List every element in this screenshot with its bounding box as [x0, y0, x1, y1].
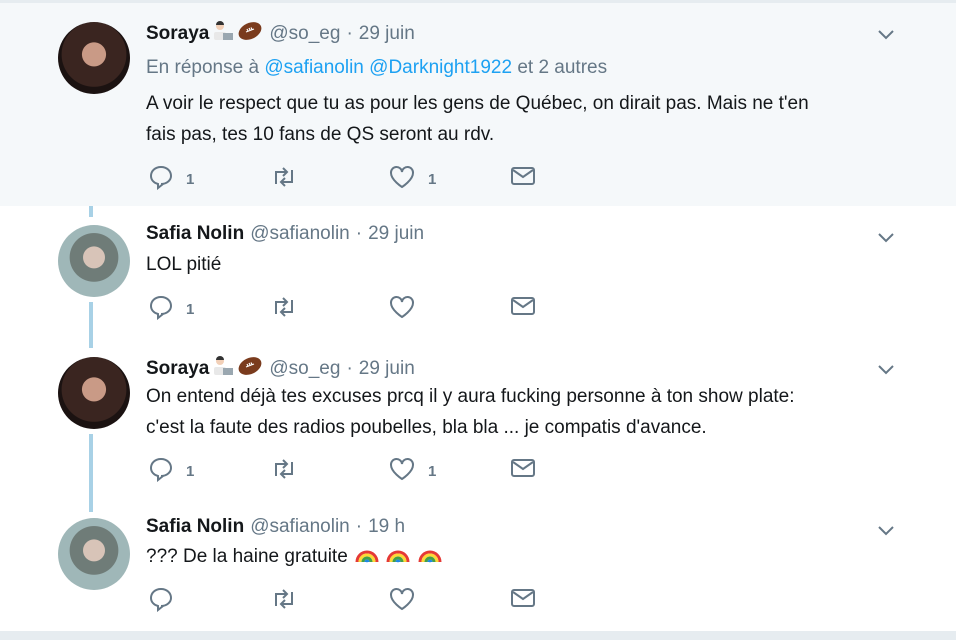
author-name[interactable]: Soraya: [146, 23, 209, 45]
reply-prefix: En réponse à: [146, 57, 260, 78]
reply-count: 1: [186, 462, 195, 480]
tweet[interactable]: Soraya @so_eg · 29 juin On entend déjà t…: [0, 338, 956, 508]
heart-icon: [390, 588, 414, 611]
reply-button[interactable]: 1: [148, 164, 194, 190]
reply-suffix[interactable]: et 2 autres: [517, 57, 607, 78]
tweet[interactable]: Soraya @so_eg · 29 juin En réponse à @sa…: [0, 3, 956, 206]
direct-message-button[interactable]: [510, 456, 536, 480]
author-name[interactable]: Safia Nolin: [146, 223, 244, 245]
tweet-header: Safia Nolin @safianolin · 29 juin: [146, 223, 424, 245]
reply-button[interactable]: 1: [148, 294, 194, 320]
heart-icon: [390, 458, 414, 481]
retweet-button[interactable]: [270, 294, 310, 320]
avatar[interactable]: [58, 225, 130, 297]
tweet-actions: 1: [148, 294, 548, 322]
tweet-text-line: LOL pitié: [146, 254, 222, 275]
tweet-text: On entend déjà tes excuses prcq il y aur…: [146, 381, 906, 443]
tweet-time[interactable]: 29 juin: [359, 23, 415, 45]
direct-message-button[interactable]: [510, 164, 536, 188]
chevron-down-icon[interactable]: [877, 29, 895, 41]
author-handle[interactable]: @safianolin: [250, 516, 350, 538]
direct-message-button[interactable]: [510, 294, 536, 318]
tweet-actions: 1 1: [148, 164, 548, 192]
football-icon: [237, 355, 263, 382]
tweet-actions: [148, 586, 548, 614]
chevron-down-icon[interactable]: [877, 525, 895, 537]
technologist-icon: [211, 20, 235, 47]
avatar[interactable]: [58, 357, 130, 429]
tweet-time[interactable]: 19 h: [368, 516, 405, 538]
avatar[interactable]: [58, 518, 130, 590]
chevron-down-icon[interactable]: [877, 232, 895, 244]
retweet-icon: [275, 297, 293, 317]
author-name[interactable]: Soraya: [146, 358, 209, 380]
tweet-text: LOL pitié: [146, 249, 906, 280]
reply-button[interactable]: 1: [148, 456, 194, 482]
retweet-icon: [275, 167, 293, 187]
envelope-icon: [511, 589, 535, 607]
tweet-header: Soraya @so_eg · 29 juin: [146, 355, 415, 382]
author-handle[interactable]: @safianolin: [250, 223, 350, 245]
tweet-text-line: c'est la faute des radios poubelles, bla…: [146, 417, 707, 438]
retweet-icon: [275, 459, 293, 479]
like-button[interactable]: 1: [388, 456, 436, 482]
tweet-text-line: A voir le respect que tu as pour les gen…: [146, 93, 809, 114]
like-count: 1: [428, 170, 437, 188]
tweet[interactable]: Safia Nolin @safianolin · 29 juin LOL pi…: [0, 206, 956, 338]
heart-icon: [390, 166, 414, 189]
reply-button[interactable]: [148, 586, 186, 612]
tweet-actions: 1 1: [148, 456, 548, 484]
heart-icon: [390, 296, 414, 319]
direct-message-button[interactable]: [510, 586, 536, 610]
tweet-text: ??? De la haine gratuite: [146, 541, 906, 572]
like-count: 1: [428, 462, 437, 480]
reply-count: 1: [186, 170, 195, 188]
author-handle[interactable]: @so_eg: [269, 358, 340, 380]
mention-link[interactable]: @safianolin: [264, 57, 364, 78]
retweet-icon: [275, 589, 293, 609]
separator: ·: [355, 516, 363, 537]
tweet[interactable]: Safia Nolin @safianolin · 19 h ??? De la…: [0, 508, 956, 631]
tweet-text-line: On entend déjà tes excuses prcq il y aur…: [146, 386, 795, 407]
rainbow-icon: [386, 550, 410, 563]
tweet-header: Soraya @so_eg · 29 juin: [146, 20, 415, 47]
like-button[interactable]: [388, 586, 428, 612]
envelope-icon: [511, 167, 535, 185]
retweet-button[interactable]: [270, 456, 310, 482]
retweet-button[interactable]: [270, 164, 310, 190]
mention-link[interactable]: @Darknight1922: [369, 57, 512, 78]
tweet-text-line: fais pas, tes 10 fans de QS seront au rd…: [146, 124, 495, 145]
reply-context: En réponse à @safianolin @Darknight1922 …: [146, 57, 607, 79]
reply-count: 1: [186, 300, 195, 318]
bottom-border: [0, 631, 956, 640]
separator: ·: [346, 22, 353, 44]
like-button[interactable]: [388, 294, 428, 320]
reply-icon: [149, 587, 173, 612]
author-handle[interactable]: @so_eg: [269, 23, 340, 45]
envelope-icon: [511, 297, 535, 315]
author-name[interactable]: Safia Nolin: [146, 516, 244, 538]
retweet-button[interactable]: [270, 586, 310, 612]
separator: ·: [355, 223, 363, 244]
envelope-icon: [511, 459, 535, 477]
tweet-header: Safia Nolin @safianolin · 19 h: [146, 516, 405, 538]
tweet-text: A voir le respect que tu as pour les gen…: [146, 88, 906, 150]
rainbow-icon: [418, 550, 442, 563]
like-button[interactable]: 1: [388, 164, 436, 190]
separator: ·: [346, 357, 353, 379]
tweet-time[interactable]: 29 juin: [359, 358, 415, 380]
tweet-text-line: ??? De la haine gratuite: [146, 546, 348, 567]
rainbow-icon: [355, 550, 379, 563]
reply-icon: [149, 165, 173, 190]
tweet-time[interactable]: 29 juin: [368, 223, 424, 245]
reply-icon: [149, 295, 173, 320]
reply-icon: [149, 457, 173, 482]
technologist-icon: [211, 355, 235, 382]
chevron-down-icon[interactable]: [877, 364, 895, 376]
avatar[interactable]: [58, 22, 130, 94]
football-icon: [237, 20, 263, 47]
